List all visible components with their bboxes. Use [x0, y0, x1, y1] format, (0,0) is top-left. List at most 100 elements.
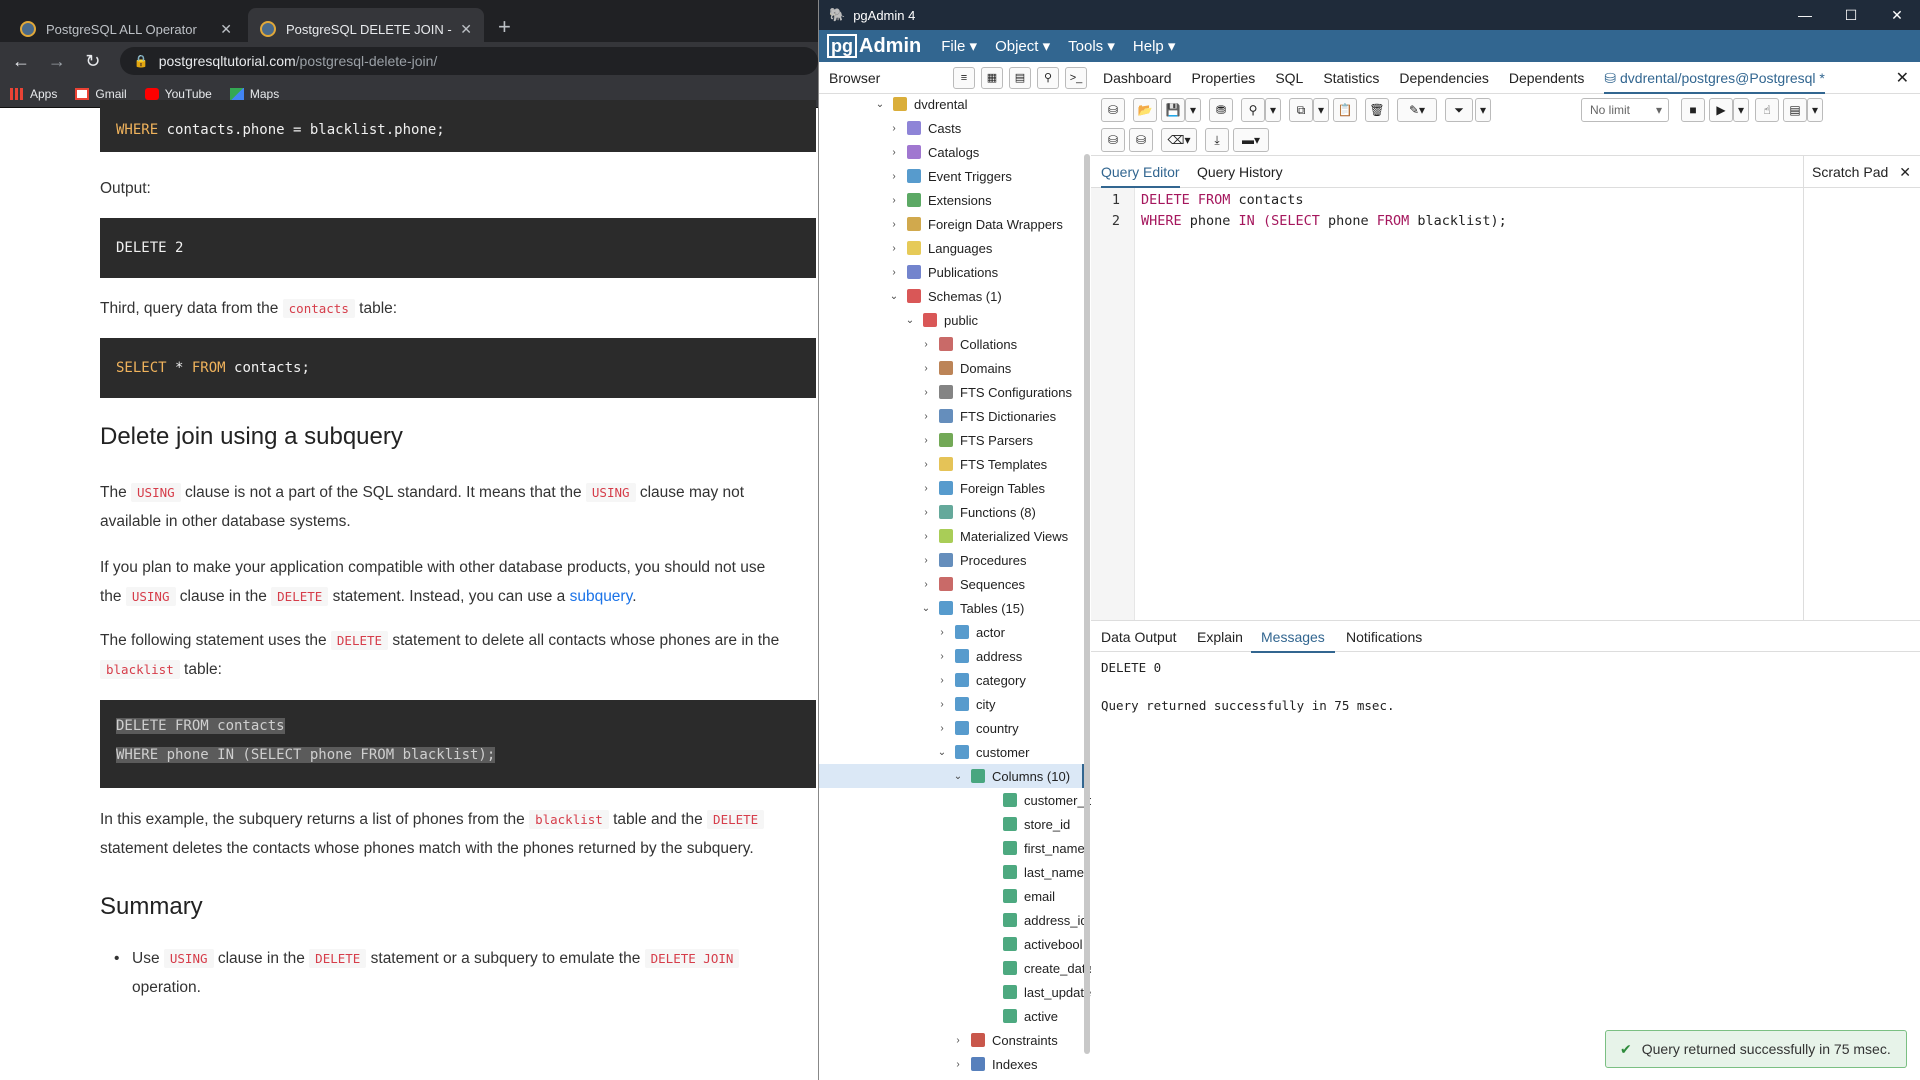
tree-node[interactable]: last_name — [983, 860, 1084, 884]
tab-query-history[interactable]: Query History — [1197, 156, 1283, 188]
chevron-right-icon[interactable]: › — [887, 195, 901, 206]
address-bar[interactable]: 🔒 postgresqltutorial.com/postgresql-dele… — [119, 47, 818, 75]
bookmark-maps[interactable]: Maps — [229, 87, 279, 101]
chevron-down-icon[interactable]: ⌄ — [887, 291, 901, 302]
tree-node[interactable]: › Procedures — [919, 548, 1026, 572]
filter-rows-icon[interactable]: ▤ — [1009, 66, 1031, 89]
tab-explain[interactable]: Explain — [1197, 621, 1243, 653]
chevron-right-icon[interactable]: › — [919, 507, 933, 518]
commit-icon[interactable]: ⛁ — [1101, 128, 1125, 152]
tree-node[interactable]: ⌄ Columns (10) — [819, 764, 1085, 788]
menu-object[interactable]: Object ▾ — [995, 37, 1050, 55]
tree-node[interactable]: › Indexes — [951, 1052, 1037, 1076]
tree-node[interactable]: › category — [935, 668, 1026, 692]
download-icon[interactable]: ⤓ — [1205, 128, 1229, 152]
close-tab-icon[interactable]: ✕ — [460, 21, 472, 38]
tree-node[interactable]: last_update — [983, 980, 1091, 1004]
filter-dropdown-icon[interactable]: ▾ — [1475, 98, 1491, 122]
chevron-right-icon[interactable]: › — [919, 579, 933, 590]
chevron-down-icon[interactable]: ⌄ — [873, 99, 887, 110]
chevron-right-icon[interactable]: › — [887, 267, 901, 278]
tree-node[interactable]: › Sequences — [919, 572, 1025, 596]
chevron-right-icon[interactable]: › — [919, 387, 933, 398]
close-tab-icon[interactable]: ✕ — [220, 21, 232, 38]
tab-statistics[interactable]: Statistics — [1323, 62, 1379, 94]
row-limit-select[interactable]: No limit ▾ — [1581, 98, 1669, 122]
close-window-icon[interactable]: ✕ — [1874, 7, 1920, 24]
chevron-right-icon[interactable]: › — [887, 171, 901, 182]
save-data-icon[interactable]: ⛃ — [1209, 98, 1233, 122]
maximize-icon[interactable]: ☐ — [1828, 7, 1874, 24]
tree-node[interactable]: › Publications — [887, 260, 998, 284]
tab-notifications[interactable]: Notifications — [1346, 621, 1422, 653]
chevron-down-icon[interactable]: ⌄ — [919, 603, 933, 614]
tree-node[interactable]: create_date — [983, 956, 1091, 980]
tree-node[interactable]: › Event Triggers — [887, 164, 1012, 188]
explain-icon[interactable]: ☝ — [1755, 98, 1779, 122]
close-scratch-icon[interactable]: ✕ — [1899, 156, 1911, 188]
tree-node[interactable]: active — [983, 1004, 1058, 1028]
tree-node[interactable]: customer_id — [983, 788, 1091, 812]
copy-dropdown-icon[interactable]: ▾ — [1313, 98, 1329, 122]
tree-node[interactable]: › Extensions — [887, 188, 991, 212]
new-tab-icon[interactable]: + — [498, 14, 511, 40]
minimize-icon[interactable]: — — [1782, 7, 1828, 24]
back-icon[interactable]: ← — [6, 51, 36, 72]
tree-node[interactable]: ⌄ dvdrental — [873, 94, 968, 116]
chevron-right-icon[interactable]: › — [951, 1035, 965, 1046]
tree-node[interactable]: store_id — [983, 812, 1070, 836]
subquery-link[interactable]: subquery — [570, 588, 633, 605]
chevron-right-icon[interactable]: › — [919, 459, 933, 470]
chevron-right-icon[interactable]: › — [887, 123, 901, 134]
tree-node[interactable]: › FTS Templates — [919, 452, 1047, 476]
chevron-right-icon[interactable]: › — [919, 555, 933, 566]
terminal-icon[interactable]: >_ — [1065, 66, 1087, 89]
clear-dropdown-icon[interactable]: ⌫▾ — [1161, 128, 1197, 152]
tree-node[interactable]: ⌄ Tables (15) — [919, 596, 1025, 620]
chevron-right-icon[interactable]: › — [919, 531, 933, 542]
filter-icon[interactable]: ⏷ — [1445, 98, 1473, 122]
open-file-icon[interactable]: 📂 — [1133, 98, 1157, 122]
tree-node[interactable]: › Collations — [919, 332, 1017, 356]
chevron-right-icon[interactable]: › — [919, 411, 933, 422]
chevron-right-icon[interactable]: › — [935, 651, 949, 662]
tab-sql[interactable]: SQL — [1275, 62, 1303, 94]
chevron-right-icon[interactable]: › — [887, 243, 901, 254]
chevron-right-icon[interactable]: › — [935, 699, 949, 710]
tab-query-editor[interactable]: Query Editor — [1101, 156, 1180, 188]
find-dropdown-icon[interactable]: ▾ — [1265, 98, 1281, 122]
tab-properties[interactable]: Properties — [1192, 62, 1256, 94]
tree-node[interactable]: › address — [935, 644, 1022, 668]
database-icon[interactable]: ≡ — [953, 66, 975, 89]
tab-dashboard[interactable]: Dashboard — [1103, 62, 1172, 94]
tab-messages[interactable]: Messages — [1251, 621, 1335, 653]
execute-icon[interactable]: ▶ — [1709, 98, 1733, 122]
close-panel-icon[interactable]: ✕ — [1896, 68, 1909, 88]
tree-node[interactable]: › Domains — [919, 356, 1011, 380]
paste-icon[interactable]: 📋 — [1333, 98, 1357, 122]
sql-editor[interactable]: 1 2 DELETE FROM contacts WHERE phone IN … — [1091, 188, 1531, 620]
chevron-right-icon[interactable]: › — [935, 627, 949, 638]
tree-node[interactable]: › FTS Configurations — [919, 380, 1072, 404]
chevron-down-icon[interactable]: ⌄ — [903, 315, 917, 326]
chevron-right-icon[interactable]: › — [919, 339, 933, 350]
bookmark-apps[interactable]: Apps — [10, 87, 57, 101]
chevron-right-icon[interactable]: › — [951, 1059, 965, 1070]
menu-tools[interactable]: Tools ▾ — [1068, 37, 1115, 55]
chevron-right-icon[interactable]: › — [919, 363, 933, 374]
explain-analyze-icon[interactable]: ▤ — [1783, 98, 1807, 122]
chevron-right-icon[interactable]: › — [919, 435, 933, 446]
scratch-pad-area[interactable] — [1803, 188, 1920, 620]
stop-icon[interactable]: ■ — [1681, 98, 1705, 122]
tree-node[interactable]: ⌄ Schemas (1) — [887, 284, 1002, 308]
save-icon[interactable]: 💾 — [1161, 98, 1185, 122]
tree-node[interactable]: › FTS Parsers — [919, 428, 1033, 452]
tree-node[interactable]: ⌄ customer — [935, 740, 1030, 764]
tree-node[interactable]: › country — [935, 716, 1018, 740]
explain-dropdown-icon[interactable]: ▾ — [1807, 98, 1823, 122]
tree-node[interactable]: › Functions (8) — [919, 500, 1036, 524]
tree-node[interactable]: › Materialized Views — [919, 524, 1068, 548]
chevron-down-icon[interactable]: ⌄ — [951, 771, 965, 782]
bookmark-youtube[interactable]: YouTube — [144, 87, 212, 101]
delete-icon[interactable]: 🗑 — [1365, 98, 1389, 122]
